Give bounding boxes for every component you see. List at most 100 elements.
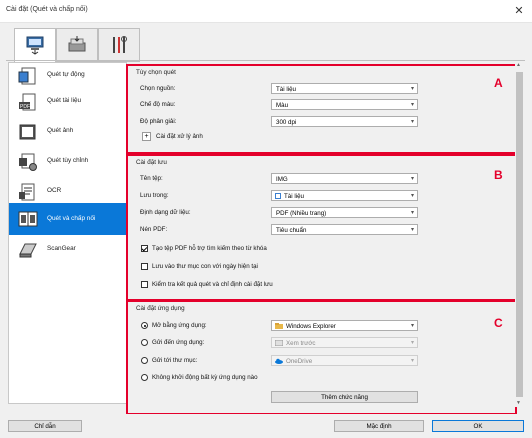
chevron-down-icon: ▾ bbox=[410, 193, 414, 199]
sidebar-item-photo-scan[interactable]: Quét ảnh bbox=[9, 119, 126, 145]
dropdown-value: IMG bbox=[276, 176, 288, 183]
scan-stitch-icon bbox=[18, 211, 38, 227]
scanner-from-computer-icon bbox=[26, 36, 44, 55]
title-bar: Cài đặt (Quét và chấp nối) ✕ bbox=[0, 0, 532, 23]
searchable-pdf-checkbox[interactable] bbox=[141, 245, 148, 252]
data-format-label: Định dạng dữ liệu: bbox=[140, 209, 191, 216]
resolution-label: Độ phân giải: bbox=[140, 118, 177, 125]
svg-text:PDF: PDF bbox=[20, 104, 30, 110]
send-to-app-label: Gửi đến ứng dụng: bbox=[152, 339, 205, 346]
check-results-checkbox[interactable] bbox=[141, 281, 148, 288]
more-functions-button[interactable]: Thêm chức năng bbox=[271, 391, 418, 403]
section-title: Cài đặt ứng dụng bbox=[136, 305, 185, 312]
save-in-dropdown[interactable]: Tài liệu ▾ bbox=[271, 190, 418, 201]
tab-divider bbox=[6, 60, 525, 61]
scrollbar-thumb[interactable] bbox=[516, 72, 523, 397]
send-to-app-dropdown[interactable]: Xem trước ▾ bbox=[271, 337, 418, 348]
chevron-down-icon: ▾ bbox=[410, 176, 414, 182]
subfolder-date-label: Lưu vào thư mục con với ngày hiện tại bbox=[152, 263, 258, 270]
section-title: Tùy chọn quét bbox=[136, 69, 176, 76]
sidebar: Quét tự động PDF Quét tài liệu Quét ảnh … bbox=[8, 62, 127, 404]
sidebar-item-label: Quét và chấp nối bbox=[47, 215, 96, 222]
sidebar-item-label: OCR bbox=[47, 187, 62, 194]
dropdown-value: 300 dpi bbox=[276, 119, 297, 126]
chevron-down-icon: ▾ bbox=[410, 119, 414, 125]
ok-button[interactable]: OK bbox=[432, 420, 524, 432]
chevron-down-icon: ▾ bbox=[410, 323, 414, 329]
document-scan-icon: PDF bbox=[19, 93, 36, 111]
window-title: Cài đặt (Quét và chấp nối) bbox=[6, 6, 88, 13]
dropdown-value: Tài liệu bbox=[276, 86, 296, 93]
footer-bar: Chỉ dẫn Mặc định OK bbox=[0, 414, 532, 438]
callout-letter-c: C bbox=[494, 316, 503, 330]
no-app-radio[interactable] bbox=[141, 374, 148, 381]
chevron-down-icon: ▾ bbox=[410, 102, 414, 108]
scroll-up-icon[interactable]: ▲ bbox=[516, 62, 521, 68]
no-app-label: Không khởi động bất kỳ ứng dụng nào bbox=[152, 374, 258, 381]
dropdown-value: Màu bbox=[276, 102, 289, 109]
open-with-app-label: Mở bằng ứng dụng: bbox=[152, 322, 207, 329]
sidebar-item-document-scan[interactable]: PDF Quét tài liệu bbox=[9, 89, 126, 115]
section-save-settings: Cài đặt lưu B Tên tệp: IMG ▾ Lưu trong: T… bbox=[126, 154, 517, 301]
color-mode-dropdown[interactable]: Màu ▾ bbox=[271, 99, 418, 110]
pdf-compression-dropdown[interactable]: Tiêu chuẩn ▾ bbox=[271, 224, 418, 235]
instructions-button[interactable]: Chỉ dẫn bbox=[8, 420, 82, 432]
close-button[interactable]: ✕ bbox=[512, 4, 526, 18]
defaults-button[interactable]: Mặc định bbox=[334, 420, 424, 432]
scangear-icon bbox=[19, 243, 37, 258]
dropdown-value: Windows Explorer bbox=[286, 323, 336, 330]
custom-scan-icon bbox=[19, 153, 37, 171]
tab-scan-from-computer[interactable] bbox=[14, 28, 56, 63]
folder-icon bbox=[275, 323, 283, 329]
expand-image-processing-button[interactable]: + bbox=[142, 132, 151, 141]
resolution-dropdown[interactable]: 300 dpi ▾ bbox=[271, 116, 418, 127]
pdf-compression-label: Nén PDF: bbox=[140, 226, 168, 233]
sidebar-item-auto-scan[interactable]: Quét tự động bbox=[9, 63, 126, 89]
searchable-pdf-label: Tạo tệp PDF hỗ trợ tìm kiếm theo từ khóa bbox=[152, 245, 267, 252]
scrollbar[interactable]: ▲ ▼ bbox=[515, 62, 524, 407]
section-title: Cài đặt lưu bbox=[136, 159, 167, 166]
preview-app-icon bbox=[275, 340, 283, 346]
dropdown-value: Tài liệu bbox=[284, 193, 304, 200]
tab-scan-from-panel[interactable] bbox=[56, 28, 98, 62]
data-format-dropdown[interactable]: PDF (Nhiều trang) ▾ bbox=[271, 207, 418, 218]
dropdown-value: Xem trước bbox=[286, 340, 316, 347]
sidebar-item-label: Quét tài liệu bbox=[47, 97, 82, 104]
callout-letter-b: B bbox=[494, 168, 503, 182]
document-folder-icon bbox=[275, 193, 281, 199]
tab-general-settings[interactable] bbox=[98, 28, 140, 62]
sidebar-item-scan-stitch[interactable]: Quét và chấp nối bbox=[9, 203, 126, 235]
dropdown-value: PDF (Nhiều trang) bbox=[276, 210, 327, 217]
sidebar-item-label: Quét ảnh bbox=[47, 127, 74, 134]
file-name-label: Tên tệp: bbox=[140, 175, 163, 182]
send-to-folder-radio[interactable] bbox=[141, 357, 148, 364]
chevron-down-icon: ▾ bbox=[410, 86, 414, 92]
sidebar-item-scangear[interactable]: ScanGear bbox=[9, 237, 126, 263]
sidebar-item-label: Quét tùy chỉnh bbox=[47, 157, 89, 164]
cloud-icon bbox=[275, 358, 283, 364]
image-processing-label: Cài đặt xử lý ảnh bbox=[156, 133, 203, 140]
open-with-app-radio[interactable] bbox=[141, 322, 148, 329]
sidebar-item-custom-scan[interactable]: Quét tùy chỉnh bbox=[9, 149, 126, 175]
open-with-app-dropdown[interactable]: Windows Explorer ▾ bbox=[271, 320, 418, 331]
section-application-settings: Cài đặt ứng dụng C Mở bằng ứng dụng: Win… bbox=[126, 300, 517, 415]
sidebar-item-ocr[interactable]: OCR bbox=[9, 179, 126, 205]
color-mode-label: Chế độ màu: bbox=[140, 101, 176, 108]
sidebar-item-label: ScanGear bbox=[47, 245, 76, 252]
chevron-down-icon: ▾ bbox=[410, 340, 414, 346]
check-results-label: Kiểm tra kết quả quét và chỉ định cài đặ… bbox=[152, 281, 273, 288]
select-source-dropdown[interactable]: Tài liệu ▾ bbox=[271, 83, 418, 94]
chevron-down-icon: ▾ bbox=[410, 358, 414, 364]
photo-scan-icon bbox=[19, 124, 36, 140]
file-name-dropdown[interactable]: IMG ▾ bbox=[271, 173, 418, 184]
dropdown-value: OneDrive bbox=[286, 358, 313, 365]
send-to-folder-dropdown[interactable]: OneDrive ▾ bbox=[271, 355, 418, 366]
subfolder-date-checkbox[interactable] bbox=[141, 263, 148, 270]
chevron-down-icon: ▾ bbox=[410, 227, 414, 233]
sidebar-item-label: Quét tự động bbox=[47, 71, 85, 78]
send-to-app-radio[interactable] bbox=[141, 339, 148, 346]
send-to-folder-label: Gửi tới thư mục: bbox=[152, 357, 198, 364]
scroll-down-icon[interactable]: ▼ bbox=[516, 400, 521, 406]
ocr-icon bbox=[19, 183, 35, 201]
save-in-label: Lưu trong: bbox=[140, 192, 169, 199]
